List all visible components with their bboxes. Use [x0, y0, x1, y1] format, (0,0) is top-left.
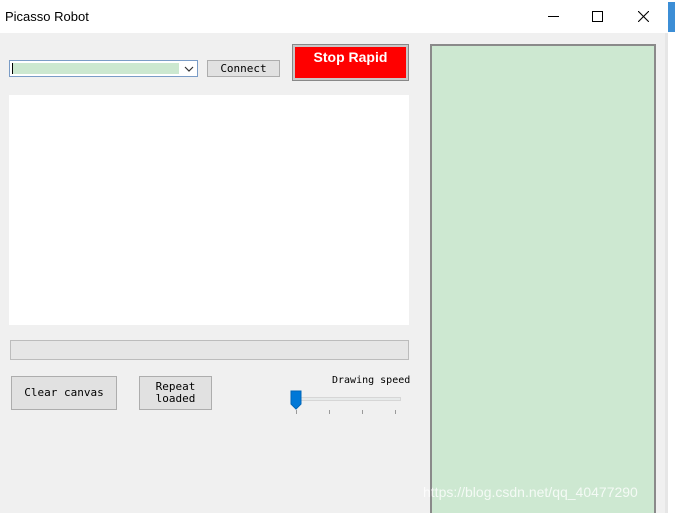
close-button[interactable]: [621, 0, 665, 33]
slider-tick: [362, 410, 363, 414]
drawing-speed-label: Drawing speed: [332, 375, 411, 386]
slider-tick: [296, 410, 297, 414]
slider-thumb[interactable]: [290, 390, 302, 410]
background-window-edge: [668, 2, 675, 32]
close-icon: [637, 11, 649, 22]
clear-canvas-button[interactable]: Clear canvas: [11, 376, 117, 410]
text-caret: [12, 63, 13, 74]
maximize-button[interactable]: [575, 0, 619, 33]
title-bar: Picasso Robot: [0, 0, 665, 33]
output-log[interactable]: [9, 95, 409, 325]
progress-bar: [10, 340, 409, 360]
watermark: https://blog.csdn.net/qq_40477290: [423, 484, 638, 500]
connect-button[interactable]: Connect: [207, 60, 280, 77]
minimize-button[interactable]: [531, 0, 575, 33]
slider-tick: [395, 410, 396, 414]
slider-tick: [329, 410, 330, 414]
drawing-speed-slider[interactable]: [294, 397, 401, 401]
repeat-loaded-button[interactable]: Repeat loaded: [139, 376, 212, 410]
edge-strip: [665, 33, 668, 513]
minimize-icon: [547, 16, 559, 17]
port-select[interactable]: [9, 60, 198, 77]
maximize-icon: [591, 11, 603, 22]
drawing-canvas[interactable]: [430, 44, 656, 513]
port-select-value: [13, 63, 179, 74]
window-edge: [665, 0, 675, 513]
window-title: Picasso Robot: [5, 9, 89, 24]
chevron-down-icon[interactable]: [184, 64, 194, 74]
stop-rapid-button[interactable]: Stop Rapid: [292, 44, 409, 81]
